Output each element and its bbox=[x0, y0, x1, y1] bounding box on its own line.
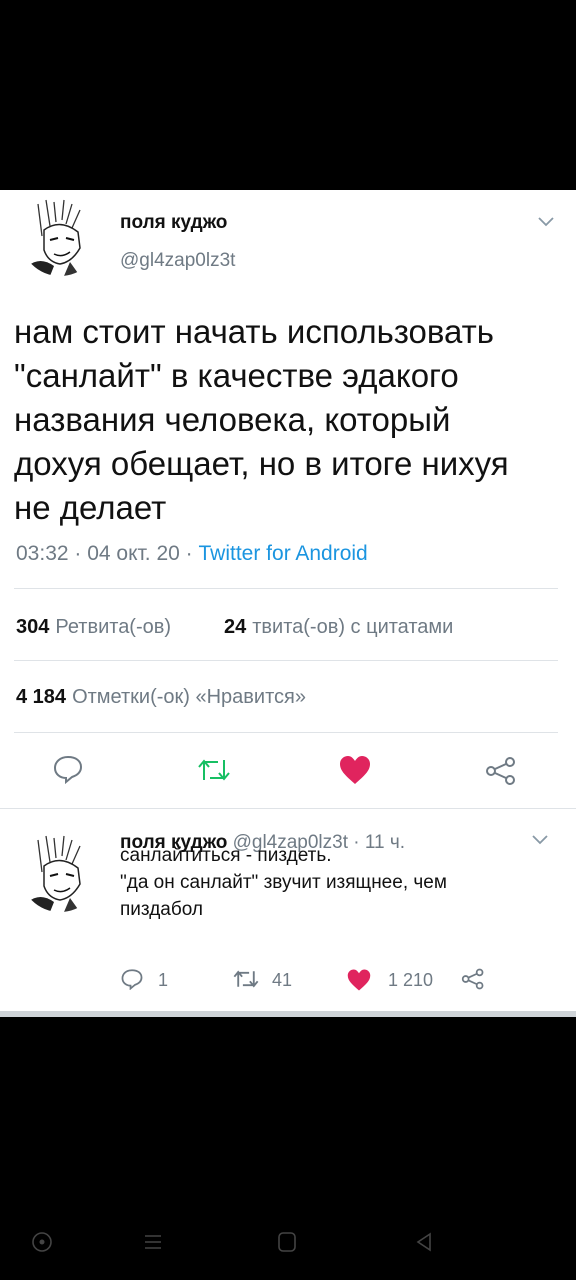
reply-author-avatar[interactable] bbox=[20, 832, 100, 912]
reply-icon[interactable] bbox=[52, 754, 84, 784]
reply-text: санлайтиться - пиздеть. "да он санлайт" … bbox=[120, 845, 447, 920]
retweet-icon[interactable] bbox=[196, 756, 232, 784]
reply-reply-count: 1 bbox=[158, 970, 169, 990]
author-handle[interactable]: @gl4zap0lz3t bbox=[120, 250, 235, 272]
author-avatar[interactable] bbox=[20, 196, 100, 276]
heart-icon[interactable] bbox=[338, 754, 372, 786]
author-name[interactable]: поля куджо bbox=[120, 212, 227, 234]
likes-count: 4 184 bbox=[16, 686, 67, 708]
tweet-time[interactable]: 03:32 · 04 окт. 20 · bbox=[16, 542, 199, 565]
reply-icon[interactable] bbox=[120, 968, 144, 990]
tweet-text: нам стоит начать использовать "санлайт" … bbox=[14, 313, 509, 526]
divider bbox=[14, 732, 558, 733]
assistant-icon[interactable] bbox=[30, 1230, 54, 1254]
back-icon[interactable] bbox=[412, 1230, 436, 1254]
chevron-down-icon[interactable] bbox=[536, 214, 556, 228]
tweet-source[interactable]: Twitter for Android bbox=[199, 542, 368, 565]
retweet-icon[interactable] bbox=[232, 968, 260, 990]
heart-icon[interactable] bbox=[346, 968, 372, 992]
divider bbox=[0, 808, 576, 809]
likes-label: Отметки(-ок) «Нравится» bbox=[72, 686, 306, 708]
reply-like-count: 1 210 bbox=[388, 970, 434, 990]
tweet-card: поля куджо @gl4zap0lz3t нам стоит начать… bbox=[0, 190, 576, 1016]
share-icon[interactable] bbox=[484, 756, 518, 786]
quotes-label: твита(-ов) с цитатами bbox=[252, 616, 454, 638]
like-stats[interactable]: 4 184 Отметки(-ок) «Нравится» bbox=[16, 686, 306, 709]
reply-retweet-count: 41 bbox=[272, 970, 293, 990]
retweet-stats[interactable]: 304 Ретвита(-ов) bbox=[16, 616, 171, 639]
home-icon[interactable] bbox=[276, 1230, 298, 1254]
divider bbox=[14, 588, 558, 589]
retweets-label: Ретвита(-ов) bbox=[55, 616, 172, 638]
quote-stats[interactable]: 24 твита(-ов) с цитатами bbox=[224, 616, 453, 639]
menu-icon[interactable] bbox=[142, 1230, 164, 1254]
divider bbox=[0, 1011, 576, 1017]
divider bbox=[14, 660, 558, 661]
tweet-meta: 03:32 · 04 окт. 20 · Twitter for Android bbox=[16, 542, 368, 566]
retweets-count: 304 bbox=[16, 616, 50, 638]
quotes-count: 24 bbox=[224, 616, 247, 638]
share-icon[interactable] bbox=[460, 968, 486, 990]
